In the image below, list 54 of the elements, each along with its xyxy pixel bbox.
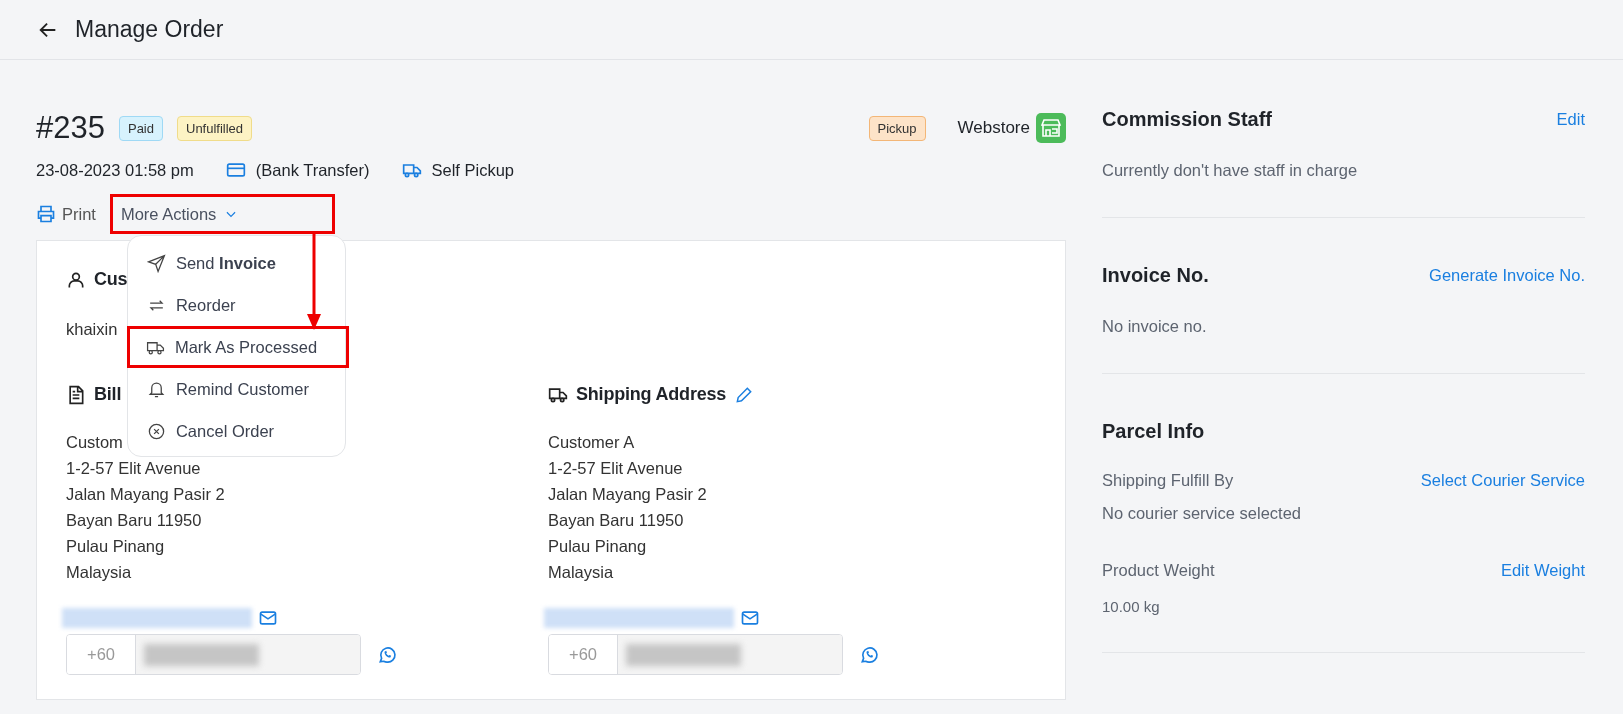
action-link[interactable]: Generate Invoice No.: [1429, 266, 1585, 285]
action-link[interactable]: Select Courier Service: [1420, 471, 1585, 490]
section-title: Cus: [94, 269, 128, 290]
note-text: No courier service selected: [1102, 504, 1302, 523]
section-title: Bill: [94, 384, 122, 405]
address-line: Pulau Pinang: [548, 537, 647, 556]
menu-item[interactable]: Remind Customer: [127, 368, 345, 410]
address-line: Jalan Mayang Pasir 2: [548, 485, 707, 504]
mail-icon: [740, 608, 760, 628]
address-line: 1-2-57 Elit Avenue: [66, 459, 201, 478]
section-title: Shipping Address: [576, 384, 727, 405]
printer-icon: [36, 204, 56, 224]
action-link[interactable]: Edit Weight: [1500, 561, 1585, 580]
address-line: Pulau Pinang: [66, 537, 165, 556]
delivery-method: Self Pickup: [431, 160, 515, 180]
channel-label: Webstore: [957, 118, 1030, 138]
payment-method: (Bank Transfer): [255, 160, 370, 180]
mail-icon: [258, 608, 278, 628]
address-line: Customer A: [548, 433, 635, 452]
section-title: Parcel Info: [1102, 420, 1205, 443]
menu-item[interactable]: Mark As Processed: [126, 326, 349, 368]
document-icon: [66, 384, 86, 405]
note-text: No invoice no.: [1102, 317, 1208, 336]
close-circle-icon: [146, 421, 166, 441]
address-line: Bayan Baru 11950: [548, 511, 684, 530]
section-title: Invoice No.: [1102, 264, 1209, 287]
whatsapp-icon: [859, 644, 879, 665]
field-value: 10.00 kg: [1102, 598, 1161, 615]
order-date: 23-08-2023 01:58 pm: [36, 160, 194, 180]
whatsapp-icon: [377, 644, 397, 665]
section-title: Commission Staff: [1102, 108, 1273, 131]
pickup-badge: Pickup: [868, 115, 926, 141]
more-actions-button[interactable]: More Actions: [109, 194, 335, 234]
address-line: Malaysia: [548, 563, 614, 582]
address-line: Bayan Baru 11950: [66, 511, 202, 530]
print-button[interactable]: Print: [36, 204, 102, 224]
address-line: 1-2-57 Elit Avenue: [548, 459, 683, 478]
store-icon: [1036, 113, 1066, 143]
menu-item[interactable]: Reorder: [127, 284, 345, 326]
status-badge: Paid: [118, 115, 163, 141]
note-text: Currently don't have staff in charge: [1102, 161, 1359, 180]
field-label: Product Weight: [1102, 561, 1215, 580]
status-badge: Unfulfilled: [177, 115, 253, 141]
send-icon: [146, 253, 166, 273]
address-line: Malaysia: [66, 563, 132, 582]
menu-item[interactable]: Send Invoice: [127, 242, 345, 284]
address-line: Jalan Mayang Pasir 2: [66, 485, 225, 504]
credit-card-icon: [225, 160, 246, 180]
action-link[interactable]: Edit: [1556, 110, 1585, 129]
customer-name: khaixin: [66, 320, 119, 339]
page-title: Manage Order: [75, 16, 224, 43]
order-number: #235: [36, 110, 105, 146]
field-label: Shipping Fulfill By: [1102, 471, 1234, 490]
address-line: Custom: [66, 433, 123, 452]
